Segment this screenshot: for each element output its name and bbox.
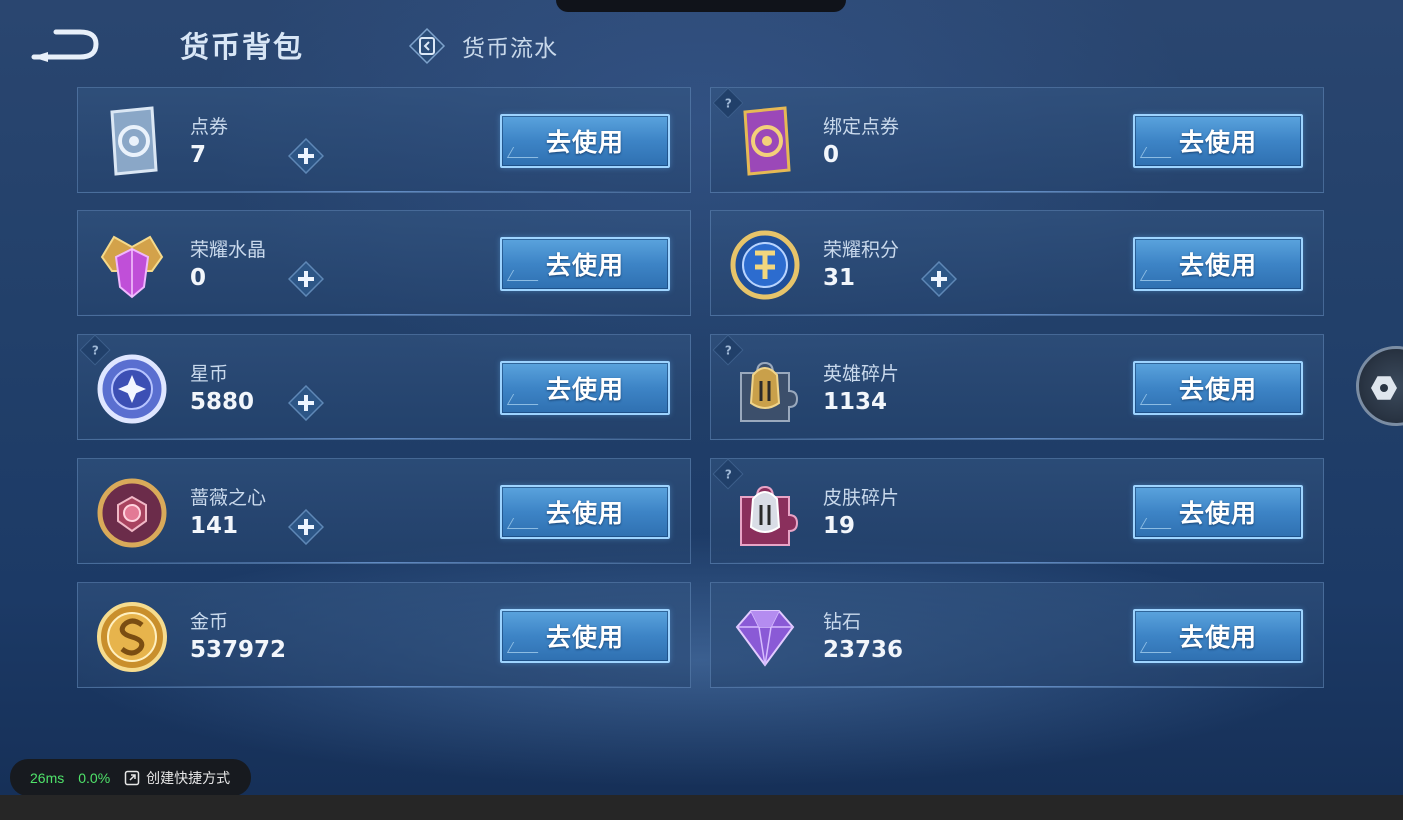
use-diamond-button[interactable]: 去使用 [1133, 609, 1303, 663]
use-bound-voucher-button[interactable]: 去使用 [1133, 114, 1303, 168]
add-voucher-button[interactable] [288, 138, 324, 174]
hexagon-icon [1371, 376, 1397, 400]
back-arrow-icon [31, 29, 99, 62]
currency-value: 0 [190, 265, 207, 291]
currency-value: 19 [823, 513, 856, 539]
gold-coin-icon [97, 602, 167, 672]
currency-card-skin-fragment: ? 皮肤碎片 19 去使用 [710, 458, 1324, 564]
shortcut-icon [124, 770, 140, 785]
currency-name: 绑定点券 [823, 116, 900, 138]
currency-value: 23736 [823, 637, 904, 663]
voucher-card-icon [110, 106, 158, 176]
currency-card-voucher: 点券 7 去使用 [77, 87, 691, 193]
currency-value: 7 [190, 142, 207, 168]
packet-loss-value: 0.0% [78, 769, 111, 786]
hero-fragment-icon [740, 361, 799, 422]
currency-name: 蔷薇之心 [190, 487, 267, 509]
currency-name: 皮肤碎片 [823, 487, 900, 509]
tab-currency-flow-label: 货币流水 [462, 36, 558, 62]
currency-name: 点券 [190, 116, 229, 138]
add-glory-crystal-button[interactable] [288, 261, 324, 297]
currency-card-glory-crystal: 荣耀水晶 0 去使用 [77, 210, 691, 316]
back-button[interactable] [28, 26, 102, 62]
currency-value: 537972 [190, 637, 287, 663]
use-gold-coin-button[interactable]: 去使用 [500, 609, 670, 663]
currency-card-glory-points: 荣耀积分 31 去使用 [710, 210, 1324, 316]
ledger-icon [408, 27, 446, 65]
currency-card-diamond: 钻石 23736 去使用 [710, 582, 1324, 688]
currency-card-star-coin: ? 星币 5880 去使用 [77, 334, 691, 440]
star-coin-icon [97, 354, 167, 424]
currency-value: 0 [823, 142, 840, 168]
tab-currency-flow[interactable]: 货币流水 [408, 26, 558, 66]
rose-heart-icon [97, 478, 167, 548]
floating-menu-handle[interactable] [1356, 346, 1403, 426]
skin-fragment-icon [740, 485, 799, 546]
bound-voucher-card-icon [743, 106, 791, 176]
currency-value: 5880 [190, 389, 255, 415]
network-status-overlay: 26ms 0.0% 创建快捷方式 [10, 759, 251, 796]
page-title: 货币背包 [180, 30, 305, 64]
use-glory-points-button[interactable]: 去使用 [1133, 237, 1303, 291]
game-screen: 货币背包 货币流水 点券 7 去使用 ? 绑定点券 0 去使用 荣耀水晶 0 去… [0, 0, 1403, 795]
currency-card-hero-fragment: ? 英雄碎片 1134 去使用 [710, 334, 1324, 440]
bottom-bar [0, 795, 1403, 820]
use-rose-heart-button[interactable]: 去使用 [500, 485, 670, 539]
add-glory-points-button[interactable] [921, 261, 957, 297]
create-shortcut-label: 创建快捷方式 [146, 769, 231, 786]
use-skin-fragment-button[interactable]: 去使用 [1133, 485, 1303, 539]
currency-name: 钻石 [823, 611, 862, 633]
currency-value: 141 [190, 513, 239, 539]
currency-card-rose-heart: 蔷薇之心 141 去使用 [77, 458, 691, 564]
currency-name: 英雄碎片 [823, 363, 900, 385]
add-rose-heart-button[interactable] [288, 509, 324, 545]
currency-value: 31 [823, 265, 856, 291]
glory-points-icon [730, 230, 800, 300]
create-shortcut-button[interactable]: 创建快捷方式 [124, 768, 230, 788]
add-star-coin-button[interactable] [288, 385, 324, 421]
currency-card-gold-coin: 金币 537972 去使用 [77, 582, 691, 688]
use-glory-crystal-button[interactable]: 去使用 [500, 237, 670, 291]
diamond-icon [735, 610, 795, 667]
top-notch [556, 0, 846, 12]
use-hero-fragment-button[interactable]: 去使用 [1133, 361, 1303, 415]
ping-value: 26ms [30, 769, 65, 786]
currency-name: 金币 [190, 611, 229, 633]
use-star-coin-button[interactable]: 去使用 [500, 361, 670, 415]
currency-value: 1134 [823, 389, 888, 415]
glory-crystal-icon [100, 235, 164, 299]
currency-card-bound-voucher: ? 绑定点券 0 去使用 [710, 87, 1324, 193]
currency-name: 星币 [190, 363, 229, 385]
use-voucher-button[interactable]: 去使用 [500, 114, 670, 168]
currency-name: 荣耀水晶 [190, 239, 267, 261]
currency-name: 荣耀积分 [823, 239, 900, 261]
